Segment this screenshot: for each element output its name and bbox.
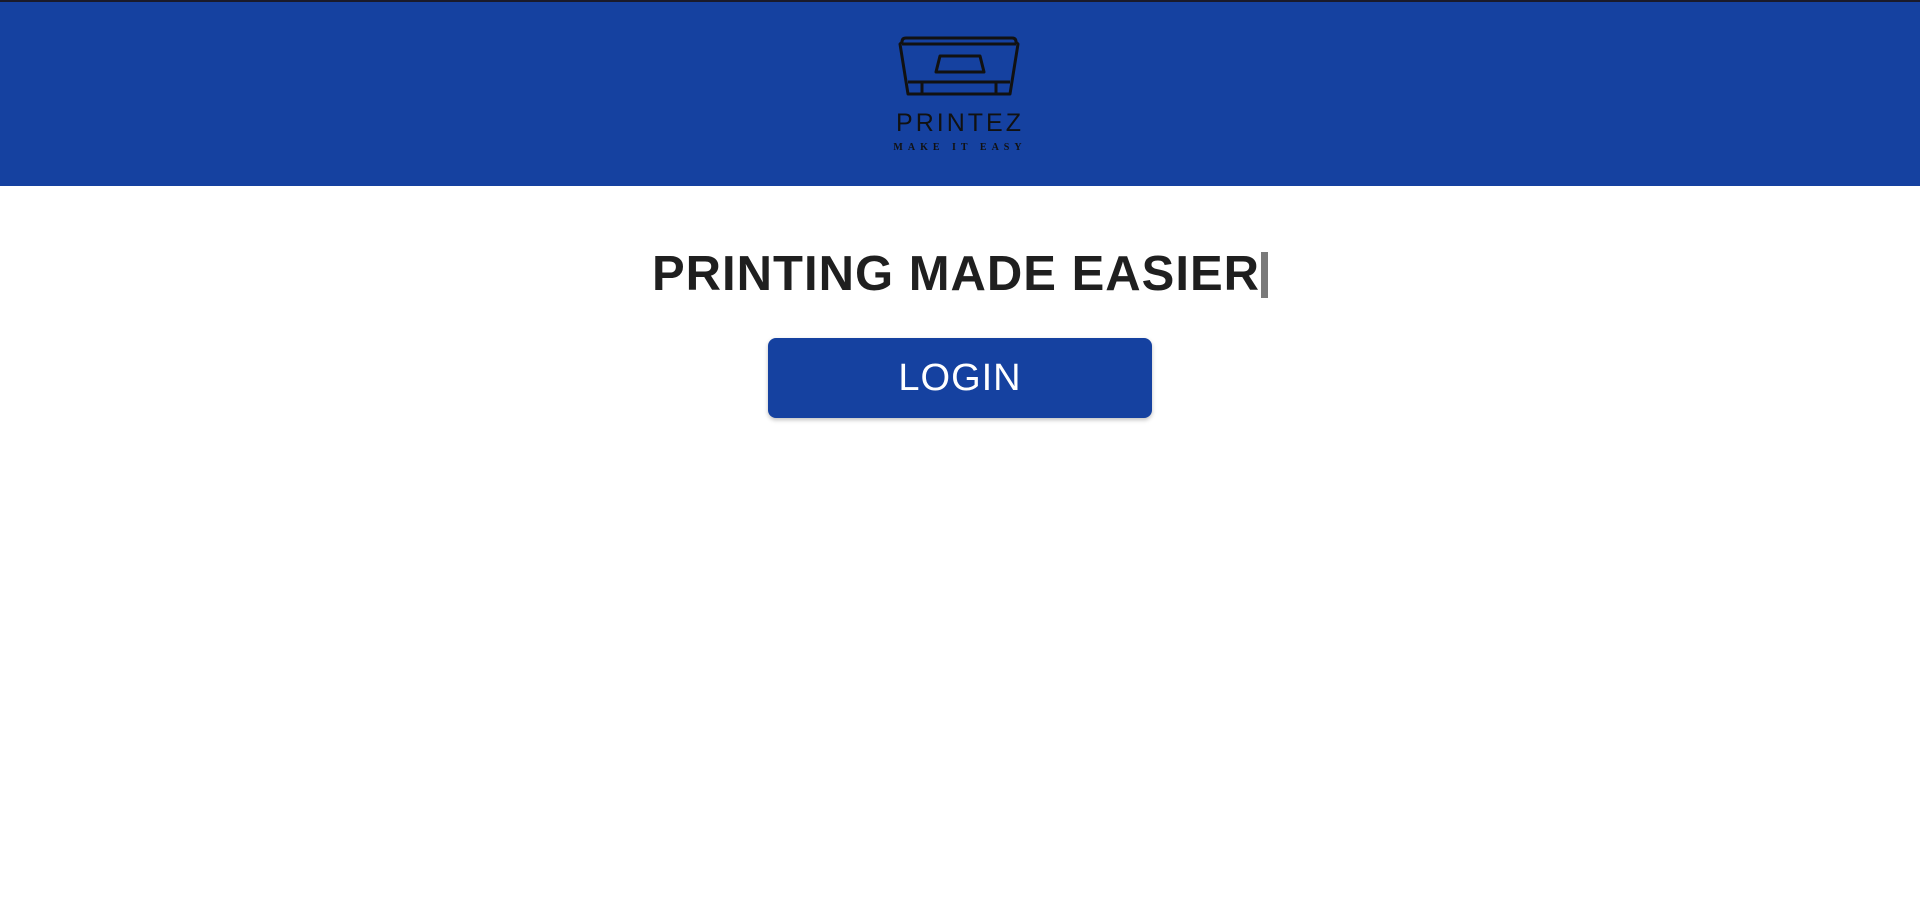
hero-headline: PRINTING MADE EASIER [0, 244, 1920, 304]
printer-icon: PRINTEZ MAKE IT EASY [893, 36, 1026, 153]
typing-cursor [1261, 252, 1269, 298]
login-button[interactable]: LOGIN [768, 338, 1152, 418]
header-banner: PRINTEZ MAKE IT EASY [0, 0, 1920, 186]
brand-logo[interactable]: PRINTEZ MAKE IT EASY [880, 34, 1040, 159]
brand-tagline: MAKE IT EASY [893, 142, 1026, 153]
landing-page: PRINTEZ MAKE IT EASY PRINTING MADE EASIE… [0, 0, 1920, 919]
brand-name: PRINTEZ [896, 109, 1024, 137]
headline-text: PRINTING MADE EASIER [651, 247, 1261, 301]
